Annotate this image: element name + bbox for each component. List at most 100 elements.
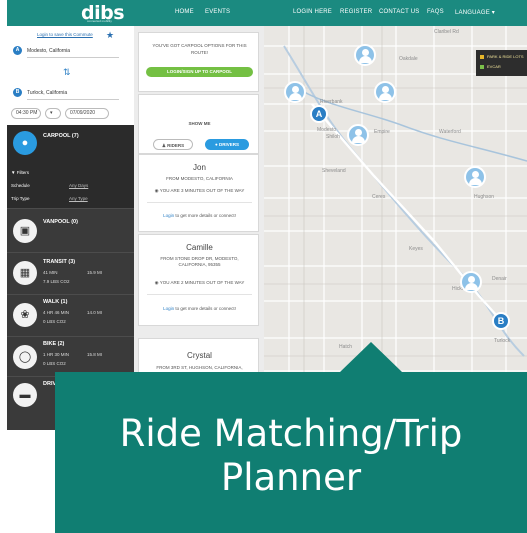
promo-line: ROUTE! xyxy=(190,50,208,55)
login-link[interactable]: Login xyxy=(163,213,174,218)
map-label: Riverbank xyxy=(320,99,343,105)
nav-events[interactable]: EVENTS xyxy=(205,9,230,15)
match-origin: FROM STONE DROP DR, MODESTO, xyxy=(160,256,239,261)
nav-faqs[interactable]: FAQS xyxy=(427,9,444,15)
star-icon[interactable]: ★ xyxy=(106,30,114,41)
legend-evcar[interactable]: EVCAR xyxy=(480,64,501,71)
bus-icon: ▦ xyxy=(13,261,37,285)
park-ride-icon xyxy=(480,54,484,59)
origin-badge-icon: A xyxy=(13,46,22,55)
trip-sidebar: Login to save this Commute ★ A Modesto, … xyxy=(7,26,134,430)
user-pin-icon[interactable] xyxy=(460,271,482,293)
match-card-camille[interactable]: Camille FROM STONE DROP DR, MODESTO, CAL… xyxy=(138,234,259,326)
login-link[interactable]: Login xyxy=(163,306,174,311)
transit-co2: 7.9 LBS CO2 xyxy=(43,279,70,284)
nav-language[interactable]: LANGUAGE ▾ xyxy=(455,9,495,16)
top-nav: dibs connected mobility HOME EVENTS LOGI… xyxy=(7,0,527,26)
login-connect-text: Login to get more details or connect! xyxy=(163,213,236,218)
map-label: Oakdale xyxy=(399,56,418,62)
mode-vanpool[interactable]: ▣ VANPOOL (0) xyxy=(7,208,134,252)
caption-line-2: Planner xyxy=(220,456,362,499)
walk-time: 4 HR 46 MIN xyxy=(43,310,70,315)
logo-tagline: connected mobility xyxy=(87,19,112,23)
trip-search-panel: Login to save this Commute ★ A Modesto, … xyxy=(7,26,134,125)
map-label: Claribel Rd xyxy=(434,29,459,35)
promo-line: YOU'VE GOT CARPOOL OPTIONS FOR THIS xyxy=(152,43,247,48)
mode-transit[interactable]: ▦ TRANSIT (3) 41 MIN 15.9 MI 7.9 LBS CO2 xyxy=(7,252,134,294)
match-name: Jon xyxy=(193,163,206,172)
departure-time-select[interactable]: 04:30 PM xyxy=(11,108,41,119)
mode-carpool[interactable]: ● CARPOOL (7) ▼ Filters Schedule Any Day… xyxy=(7,125,134,208)
nav-login[interactable]: LOGIN HERE xyxy=(293,9,332,15)
card-divider xyxy=(147,202,252,203)
mode-bike[interactable]: ◯ BIKE (2) 1 HR 30 MIN 15.8 MI 0 LBS CO2 xyxy=(7,336,134,376)
caption-title: Ride Matching/Trip Planner xyxy=(55,412,527,500)
bike-icon: ◯ xyxy=(13,345,37,369)
destination-marker-icon[interactable]: B xyxy=(492,312,510,330)
bike-distance: 15.8 MI xyxy=(87,352,103,357)
walk-icon: ❀ xyxy=(13,303,37,327)
save-commute-link[interactable]: Login to save this Commute xyxy=(37,32,93,37)
vanpool-title: VANPOOL (0) xyxy=(43,219,78,225)
trip-type-filter-value[interactable]: Any Type xyxy=(69,196,88,201)
transit-time: 41 MIN xyxy=(43,270,58,275)
origin-input[interactable]: Modesto, California xyxy=(27,48,70,54)
departure-date-input[interactable]: 07/09/2020 xyxy=(65,108,109,119)
origin-marker-icon[interactable]: A xyxy=(310,105,328,123)
show-me-card: SHOW ME ♟ RIDERS ● DRIVERS xyxy=(138,94,259,154)
destination-badge-icon: B xyxy=(13,88,22,97)
nav-home[interactable]: HOME xyxy=(175,9,194,15)
match-origin-line2: CALIFORNIA, 95355 xyxy=(178,262,221,267)
carpool-icon: ● xyxy=(13,131,37,155)
legend-park-ride[interactable]: PARK & RIDE LOTS xyxy=(480,54,524,61)
results-column: YOU'VE GOT CARPOOL OPTIONS FOR THIS ROUT… xyxy=(134,26,264,430)
time-dropdown[interactable]: ▾ xyxy=(45,108,61,119)
car-icon: ▬ xyxy=(13,383,37,407)
evcar-icon xyxy=(480,64,484,69)
map-label: Denair xyxy=(492,276,507,282)
origin-underline xyxy=(27,57,119,58)
map-legend: PARK & RIDE LOTS EVCAR xyxy=(476,50,527,76)
bike-co2: 0 LBS CO2 xyxy=(43,361,66,366)
destination-underline xyxy=(27,99,119,100)
match-origin: FROM 3RD ST, HUGHSON, CALIFORNIA, xyxy=(156,365,243,370)
van-icon: ▣ xyxy=(13,219,37,243)
caption-pointer xyxy=(340,342,402,372)
carpool-promo-card: YOU'VE GOT CARPOOL OPTIONS FOR THIS ROUT… xyxy=(138,32,259,92)
walk-co2: 0 LBS CO2 xyxy=(43,319,66,324)
carpool-title: CARPOOL (7) xyxy=(43,133,79,139)
nav-contact[interactable]: CONTACT US xyxy=(379,9,419,15)
match-card-jon[interactable]: Jon FROM MODESTO, CALIFORNIA ◉ YOU ARE 3… xyxy=(138,154,259,232)
match-detour: ◉ YOU ARE 2 MINUTES OUT OF THE WAY xyxy=(154,280,245,285)
map-label: Ceres xyxy=(372,194,386,200)
mode-walk[interactable]: ❀ WALK (1) 4 HR 46 MIN 14.0 MI 0 LBS CO2 xyxy=(7,294,134,336)
transit-distance: 15.9 MI xyxy=(87,270,103,275)
schedule-filter-label: Schedule xyxy=(11,183,30,188)
map-label: Empire xyxy=(374,129,390,135)
destination-input[interactable]: Turlock, California xyxy=(27,90,67,96)
filters-toggle[interactable]: ▼ Filters xyxy=(11,170,29,175)
app-screenshot: dibs connected mobility HOME EVENTS LOGI… xyxy=(7,0,527,430)
bike-time: 1 HR 30 MIN xyxy=(43,352,70,357)
map-label: Shiloh xyxy=(326,134,340,140)
map-label: Hughson xyxy=(474,194,495,200)
user-pin-icon[interactable] xyxy=(347,124,369,146)
carpool-signup-button[interactable]: LOGIN/SIGN UP TO CARPOOL xyxy=(146,67,253,77)
match-detour: ◉ YOU ARE 3 MINUTES OUT OF THE WAY xyxy=(154,188,245,193)
bike-title: BIKE (2) xyxy=(43,341,65,347)
match-name: Camille xyxy=(186,243,213,252)
match-name: Crystal xyxy=(187,351,212,360)
map-label: Waterford xyxy=(439,129,461,135)
riders-toggle[interactable]: ♟ RIDERS xyxy=(153,139,193,150)
schedule-filter-value[interactable]: Any Days xyxy=(69,183,88,188)
nav-register[interactable]: REGISTER xyxy=(340,9,372,15)
walk-distance: 14.0 MI xyxy=(87,310,103,315)
drivers-toggle[interactable]: ● DRIVERS xyxy=(205,139,249,150)
map-label: Sheveland xyxy=(322,168,346,174)
user-pin-icon[interactable] xyxy=(354,44,376,66)
user-pin-icon[interactable] xyxy=(374,81,396,103)
trip-type-filter-label: Trip Type xyxy=(11,196,30,201)
user-pin-icon[interactable] xyxy=(284,81,306,103)
user-pin-icon[interactable] xyxy=(464,166,486,188)
swap-locations-icon[interactable]: ⇅ xyxy=(63,67,71,78)
